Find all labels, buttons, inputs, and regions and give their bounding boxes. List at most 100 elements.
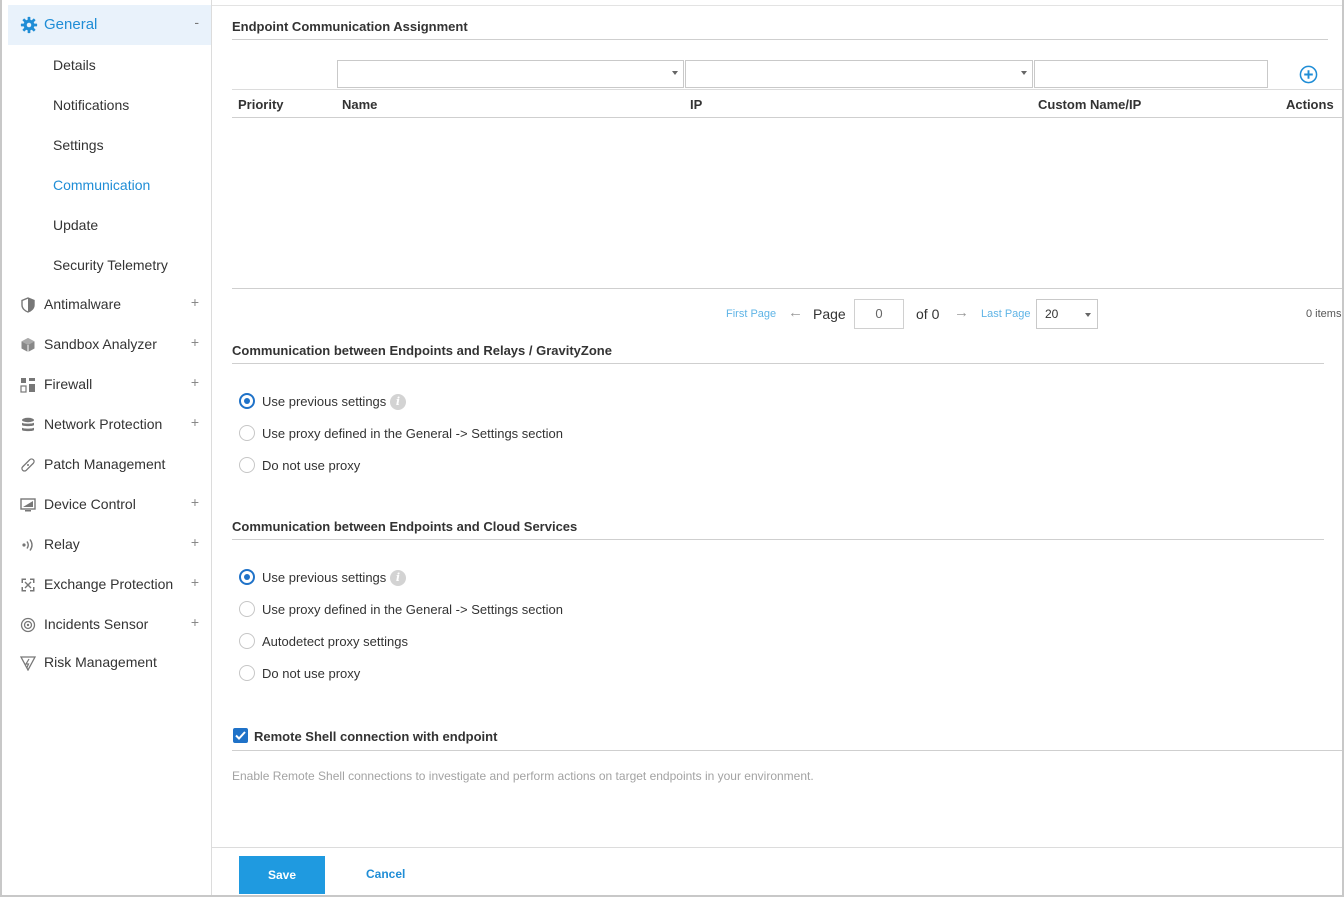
info-icon[interactable]: i [390, 394, 406, 410]
sidebar-item-exchange-protection[interactable]: Exchange Protection + [8, 571, 211, 601]
remote-shell-description: Enable Remote Shell connections to inves… [232, 769, 814, 783]
ip-select[interactable] [685, 60, 1033, 88]
sidebar-item-label: Sandbox Analyzer [44, 336, 157, 352]
main-content: Endpoint Communication Assignment Priori… [212, 0, 1342, 897]
custom-name-input[interactable] [1034, 60, 1268, 88]
items-count: 0 items [1306, 308, 1342, 320]
section-divider [232, 539, 1324, 540]
column-header-priority[interactable]: Priority [238, 97, 284, 112]
column-header-custom[interactable]: Custom Name/IP [1038, 97, 1141, 112]
sidebar-item-antimalware[interactable]: Antimalware + [8, 291, 211, 321]
sidebar-item-risk-management[interactable]: Risk Management [8, 649, 211, 679]
column-header-ip[interactable]: IP [690, 97, 702, 112]
sidebar-item-incidents-sensor[interactable]: Incidents Sensor + [8, 611, 211, 641]
firewall-icon [20, 378, 35, 393]
radio-label[interactable]: Use proxy defined in the General -> Sett… [262, 426, 563, 441]
sidebar-item-label: Exchange Protection [44, 576, 174, 592]
items-per-page-select[interactable]: 20 [1036, 299, 1098, 329]
sidebar-item-general[interactable]: General - [8, 5, 211, 45]
sidebar-item-label: Network Protection [44, 416, 163, 432]
broadcast-icon [22, 539, 33, 551]
expand-toggle[interactable]: + [191, 614, 199, 630]
section-divider [232, 750, 1342, 751]
sidebar-subitem-settings[interactable]: Settings [53, 137, 104, 153]
radio-cloud-autodetect[interactable] [239, 633, 255, 649]
chevron-down-icon [1021, 71, 1027, 75]
page-total-label: of 0 [916, 306, 940, 322]
radio-label[interactable]: Use proxy defined in the General -> Sett… [262, 602, 563, 617]
expand-toggle[interactable]: + [191, 414, 199, 430]
cube-icon [21, 338, 35, 352]
name-select[interactable] [337, 60, 684, 88]
risk-icon [20, 656, 36, 671]
info-icon[interactable]: i [390, 570, 406, 586]
section-title-cloud: Communication between Endpoints and Clou… [232, 519, 578, 534]
remote-shell-checkbox[interactable] [233, 728, 248, 743]
sidebar-item-firewall[interactable]: Firewall + [8, 371, 211, 401]
expand-toggle[interactable]: + [191, 374, 199, 390]
radio-label[interactable]: Do not use proxy [262, 458, 360, 473]
sidebar-item-label: Incidents Sensor [44, 616, 149, 632]
checkmark-icon [235, 731, 246, 740]
radio-cloud-no-proxy[interactable] [239, 665, 255, 681]
sidebar-item-label: Risk Management [44, 654, 157, 670]
table-footer-border [232, 288, 1342, 289]
arrow-right-icon[interactable]: → [954, 304, 969, 321]
sidebar-subitem-details[interactable]: Details [53, 57, 96, 73]
radio-label[interactable]: Use previous settings [262, 394, 386, 409]
save-button[interactable]: Save [239, 856, 325, 894]
page-number-input[interactable]: 0 [854, 299, 904, 329]
radio-relays-no-proxy[interactable] [239, 457, 255, 473]
chevron-down-icon [672, 71, 678, 75]
add-icon[interactable] [1299, 65, 1318, 84]
collapse-toggle[interactable]: - [194, 14, 199, 30]
sidebar-item-patch-management[interactable]: Patch Management [8, 451, 211, 481]
sidebar: General - Details Notifications Settings… [2, 0, 212, 895]
sidebar-item-label: General [44, 16, 98, 33]
sidebar-item-sandbox-analyzer[interactable]: Sandbox Analyzer + [8, 331, 211, 361]
remote-shell-label[interactable]: Remote Shell connection with endpoint [254, 729, 497, 744]
sidebar-item-label: Relay [44, 536, 80, 552]
section-title-relays: Communication between Endpoints and Rela… [232, 343, 612, 358]
cancel-button[interactable]: Cancel [366, 867, 405, 881]
sidebar-subitem-update[interactable]: Update [53, 217, 98, 233]
items-per-page-value: 20 [1045, 307, 1059, 321]
sidebar-item-label: Patch Management [44, 456, 166, 472]
expand-toggle[interactable]: + [191, 334, 199, 350]
sidebar-subitem-security-telemetry[interactable]: Security Telemetry [53, 257, 168, 273]
radio-label[interactable]: Autodetect proxy settings [262, 634, 408, 649]
chevron-down-icon [1085, 313, 1091, 317]
radio-label[interactable]: Do not use proxy [262, 666, 360, 681]
arrow-left-icon[interactable]: ← [788, 304, 803, 321]
column-header-actions: Actions [1286, 97, 1334, 112]
last-page-link[interactable]: Last Page [981, 308, 1031, 320]
sidebar-subitem-notifications[interactable]: Notifications [53, 97, 129, 113]
column-header-name[interactable]: Name [342, 97, 377, 112]
sidebar-item-relay[interactable]: Relay + [8, 531, 211, 561]
page-label: Page [813, 306, 846, 322]
sidebar-item-device-control[interactable]: Device Control + [8, 491, 211, 521]
monitor-icon [20, 498, 36, 512]
expand-toggle[interactable]: + [191, 534, 199, 550]
sidebar-item-label: Antimalware [44, 296, 122, 312]
radio-relays-proxy-general[interactable] [239, 425, 255, 441]
exchange-icon [21, 578, 35, 592]
radio-relays-previous[interactable] [239, 393, 255, 409]
database-icon [22, 417, 34, 432]
section-title-assignment: Endpoint Communication Assignment [232, 19, 468, 34]
gear-icon [20, 16, 38, 34]
expand-toggle[interactable]: + [191, 574, 199, 590]
shield-icon [21, 297, 35, 313]
first-page-link[interactable]: First Page [726, 308, 776, 320]
section-divider [232, 363, 1324, 364]
expand-toggle[interactable]: + [191, 494, 199, 510]
radio-cloud-previous[interactable] [239, 569, 255, 585]
sidebar-item-network-protection[interactable]: Network Protection + [8, 411, 211, 441]
radio-cloud-proxy-general[interactable] [239, 601, 255, 617]
top-border [212, 5, 1342, 6]
expand-toggle[interactable]: + [191, 294, 199, 310]
radio-label[interactable]: Use previous settings [262, 570, 386, 585]
footer-divider [212, 847, 1342, 848]
sidebar-item-label: Device Control [44, 496, 136, 512]
sidebar-subitem-communication[interactable]: Communication [53, 177, 150, 193]
